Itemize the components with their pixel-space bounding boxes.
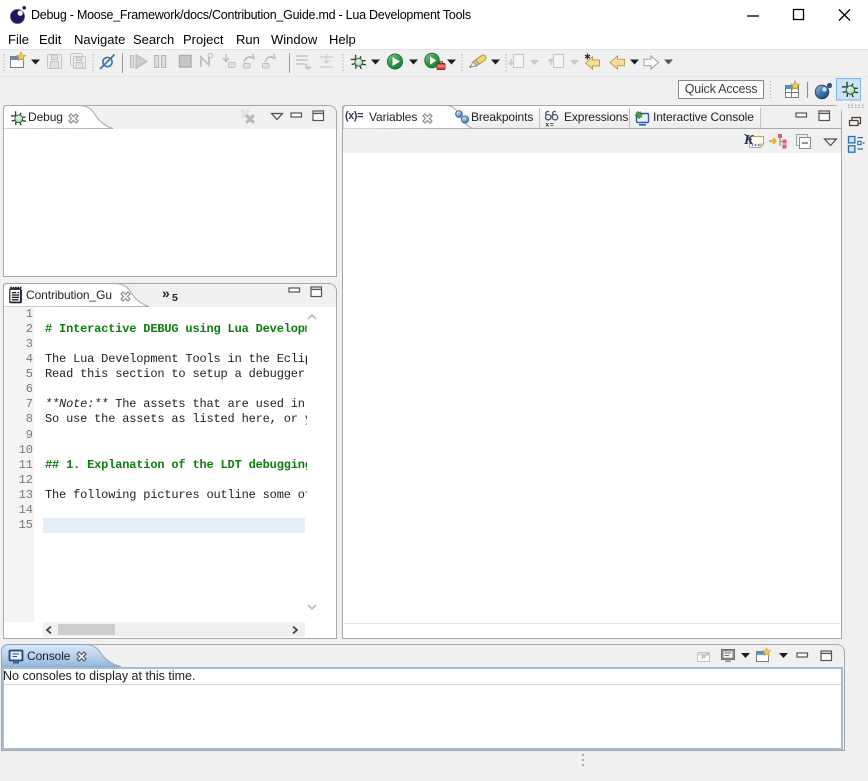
svg-text:=: = bbox=[550, 122, 554, 129]
svg-text:K: K bbox=[743, 133, 755, 148]
svg-text:x: x bbox=[546, 122, 550, 129]
